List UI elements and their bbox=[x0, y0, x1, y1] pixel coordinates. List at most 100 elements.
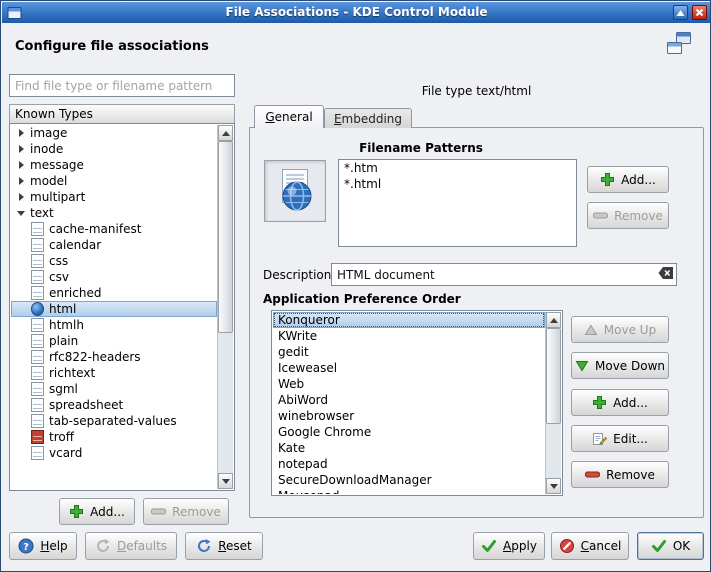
application-item[interactable]: gedit bbox=[273, 344, 545, 360]
description-input[interactable] bbox=[332, 268, 656, 282]
scrollbar-thumb[interactable] bbox=[218, 141, 233, 333]
add-pattern-button[interactable]: Add... bbox=[587, 166, 669, 193]
tree-item-label: css bbox=[49, 254, 68, 268]
close-button[interactable] bbox=[692, 5, 707, 20]
move-down-button[interactable]: Move Down bbox=[571, 352, 669, 379]
scroll-up-button[interactable] bbox=[218, 125, 233, 141]
tree-expander-icon[interactable] bbox=[15, 159, 27, 171]
application-item[interactable]: Konqueror bbox=[273, 312, 545, 328]
edit-application-label: Edit... bbox=[613, 432, 648, 446]
tree-item[interactable]: multipart bbox=[11, 189, 217, 205]
cancel-label: Cancel bbox=[581, 539, 622, 553]
filename-patterns-list: *.htm *.html bbox=[338, 159, 577, 247]
tree-item-label: sgml bbox=[49, 382, 78, 396]
defaults-label: Defaults bbox=[117, 539, 167, 553]
tree-item[interactable]: htmlh bbox=[11, 317, 217, 333]
clear-field-button[interactable] bbox=[656, 264, 676, 285]
pattern-item[interactable]: *.html bbox=[339, 176, 576, 192]
shade-icon bbox=[676, 6, 685, 20]
scroll-down-button[interactable] bbox=[218, 473, 233, 489]
tree-item[interactable]: rfc822-headers bbox=[11, 349, 217, 365]
file-type-icon-button[interactable] bbox=[264, 160, 326, 222]
tree-item[interactable]: csv bbox=[11, 269, 217, 285]
apply-icon bbox=[481, 538, 497, 554]
application-item[interactable]: AbiWord bbox=[273, 392, 545, 408]
tree-item[interactable]: plain bbox=[11, 333, 217, 349]
up-arrow-icon bbox=[550, 318, 558, 323]
application-item[interactable]: notepad bbox=[273, 456, 545, 472]
tree-item[interactable]: enriched bbox=[11, 285, 217, 301]
tree-item[interactable]: tab-separated-values bbox=[11, 413, 217, 429]
mime-type-icon bbox=[31, 318, 44, 332]
ok-button[interactable]: OK bbox=[637, 532, 704, 560]
tree-item[interactable]: text bbox=[11, 205, 217, 221]
tree-item[interactable]: vcard bbox=[11, 445, 217, 461]
application-item[interactable]: Mousepad bbox=[273, 488, 545, 494]
tree-expander-icon[interactable] bbox=[15, 207, 27, 219]
tree-item-label: calendar bbox=[49, 238, 101, 252]
edit-application-button[interactable]: Edit... bbox=[571, 425, 669, 452]
reset-button[interactable]: Reset bbox=[185, 532, 263, 560]
tree-item[interactable]: calendar bbox=[11, 237, 217, 253]
tree-expander-icon[interactable] bbox=[15, 127, 27, 139]
tree-scrollbar[interactable] bbox=[217, 125, 233, 489]
tree-item[interactable]: troff bbox=[11, 429, 217, 445]
cancel-icon bbox=[559, 538, 575, 554]
shade-button[interactable] bbox=[673, 5, 688, 20]
tree-expander-icon[interactable] bbox=[15, 191, 27, 203]
remove-type-button[interactable]: Remove bbox=[143, 498, 229, 525]
tree-item[interactable]: spreadsheet bbox=[11, 397, 217, 413]
tree-item[interactable]: model bbox=[11, 173, 217, 189]
add-icon bbox=[600, 172, 615, 187]
application-label: KWrite bbox=[278, 329, 317, 343]
known-types-header[interactable]: Known Types bbox=[9, 104, 235, 124]
apply-button[interactable]: Apply bbox=[473, 532, 545, 560]
remove-application-label: Remove bbox=[606, 468, 655, 482]
application-label: Kate bbox=[278, 441, 305, 455]
search-input[interactable] bbox=[9, 74, 235, 97]
remove-pattern-button[interactable]: Remove bbox=[587, 202, 669, 229]
mime-type-icon bbox=[31, 254, 44, 268]
tree-item[interactable]: richtext bbox=[11, 365, 217, 381]
application-item[interactable]: Kate bbox=[273, 440, 545, 456]
tree-item[interactable]: sgml bbox=[11, 381, 217, 397]
help-button[interactable]: ? Help bbox=[9, 532, 77, 560]
up-arrow-icon bbox=[222, 131, 230, 136]
tree-expander-icon[interactable] bbox=[15, 143, 27, 155]
application-item[interactable]: Iceweasel bbox=[273, 360, 545, 376]
tree-item-label: troff bbox=[49, 430, 74, 444]
defaults-button[interactable]: Defaults bbox=[85, 532, 177, 560]
known-types-tree: image inode message model bbox=[9, 123, 235, 491]
move-up-button[interactable]: Move Up bbox=[571, 316, 669, 343]
mime-type-icon bbox=[31, 270, 44, 284]
tree-expander-icon[interactable] bbox=[15, 175, 27, 187]
remove-application-button[interactable]: Remove bbox=[571, 461, 669, 488]
cancel-button[interactable]: Cancel bbox=[551, 532, 629, 560]
add-type-button[interactable]: Add... bbox=[59, 498, 135, 525]
description-label: Description: bbox=[263, 268, 335, 282]
tab-general[interactable]: General bbox=[254, 105, 324, 128]
application-item[interactable]: SecureDownloadManager bbox=[273, 472, 545, 488]
tab-embedding[interactable]: Embedding bbox=[324, 108, 412, 128]
add-application-button[interactable]: Add... bbox=[571, 389, 669, 416]
scroll-up-button[interactable] bbox=[546, 312, 561, 328]
application-item[interactable]: Google Chrome bbox=[273, 424, 545, 440]
scrollbar-thumb[interactable] bbox=[546, 328, 561, 424]
apply-label: Apply bbox=[503, 539, 537, 553]
application-item[interactable]: Web bbox=[273, 376, 545, 392]
application-item[interactable]: KWrite bbox=[273, 328, 545, 344]
tree-item[interactable]: inode bbox=[11, 141, 217, 157]
pattern-item[interactable]: *.htm bbox=[339, 160, 576, 176]
tree-item[interactable]: cache-manifest bbox=[11, 221, 217, 237]
tree-item[interactable]: css bbox=[11, 253, 217, 269]
remove-type-label: Remove bbox=[172, 505, 221, 519]
application-item[interactable]: winebrowser bbox=[273, 408, 545, 424]
scroll-down-button[interactable] bbox=[546, 478, 561, 494]
tree-item[interactable]: html bbox=[11, 301, 217, 317]
tree-item[interactable]: image bbox=[11, 125, 217, 141]
tree-item[interactable]: message bbox=[11, 157, 217, 173]
pattern-label: *.htm bbox=[344, 161, 378, 175]
tree-item-label: image bbox=[30, 126, 67, 140]
application-list-scrollbar[interactable] bbox=[545, 312, 561, 494]
application-list: Konqueror KWrite gedit Iceweasel Web bbox=[271, 310, 563, 496]
